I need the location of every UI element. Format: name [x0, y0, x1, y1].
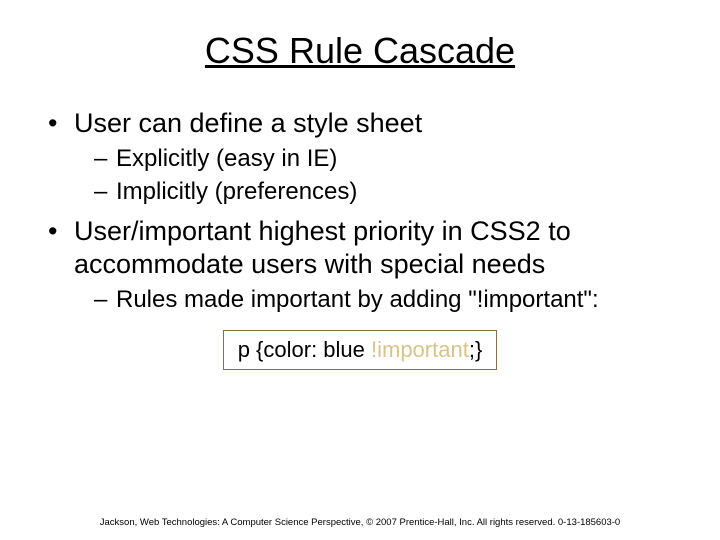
sub-bullet-item: Rules made important by adding "!importa…: [94, 285, 690, 316]
sub-bullet-text: Implicitly (preferences): [116, 178, 357, 205]
bullet-item-1: User can define a style sheet Explicitly…: [48, 107, 690, 207]
sub-bullet-item: Implicitly (preferences): [94, 177, 690, 208]
sub-bullet-text: Explicitly (easy in IE): [116, 145, 337, 172]
sub-bullet-list: Rules made important by adding "!importa…: [74, 285, 690, 316]
code-pre: p {color: blue: [238, 337, 371, 362]
bullet-item-2: User/important highest priority in CSS2 …: [48, 215, 690, 316]
sub-bullet-list: Explicitly (easy in IE) Implicitly (pref…: [74, 144, 690, 207]
bullet-text: User/important highest priority in CSS2 …: [74, 216, 571, 279]
footer-citation: Jackson, Web Technologies: A Computer Sc…: [0, 517, 720, 528]
sub-bullet-text: Rules made important by adding "!importa…: [116, 286, 599, 313]
code-example: p {color: blue !important;}: [223, 330, 498, 370]
slide-title: CSS Rule Cascade: [30, 30, 690, 72]
slide-container: CSS Rule Cascade User can define a style…: [0, 0, 720, 370]
code-highlight: !important: [371, 337, 469, 362]
bullet-list: User can define a style sheet Explicitly…: [30, 107, 690, 316]
code-post: ;}: [469, 337, 482, 362]
bullet-text: User can define a style sheet: [74, 108, 422, 138]
sub-bullet-item: Explicitly (easy in IE): [94, 144, 690, 175]
